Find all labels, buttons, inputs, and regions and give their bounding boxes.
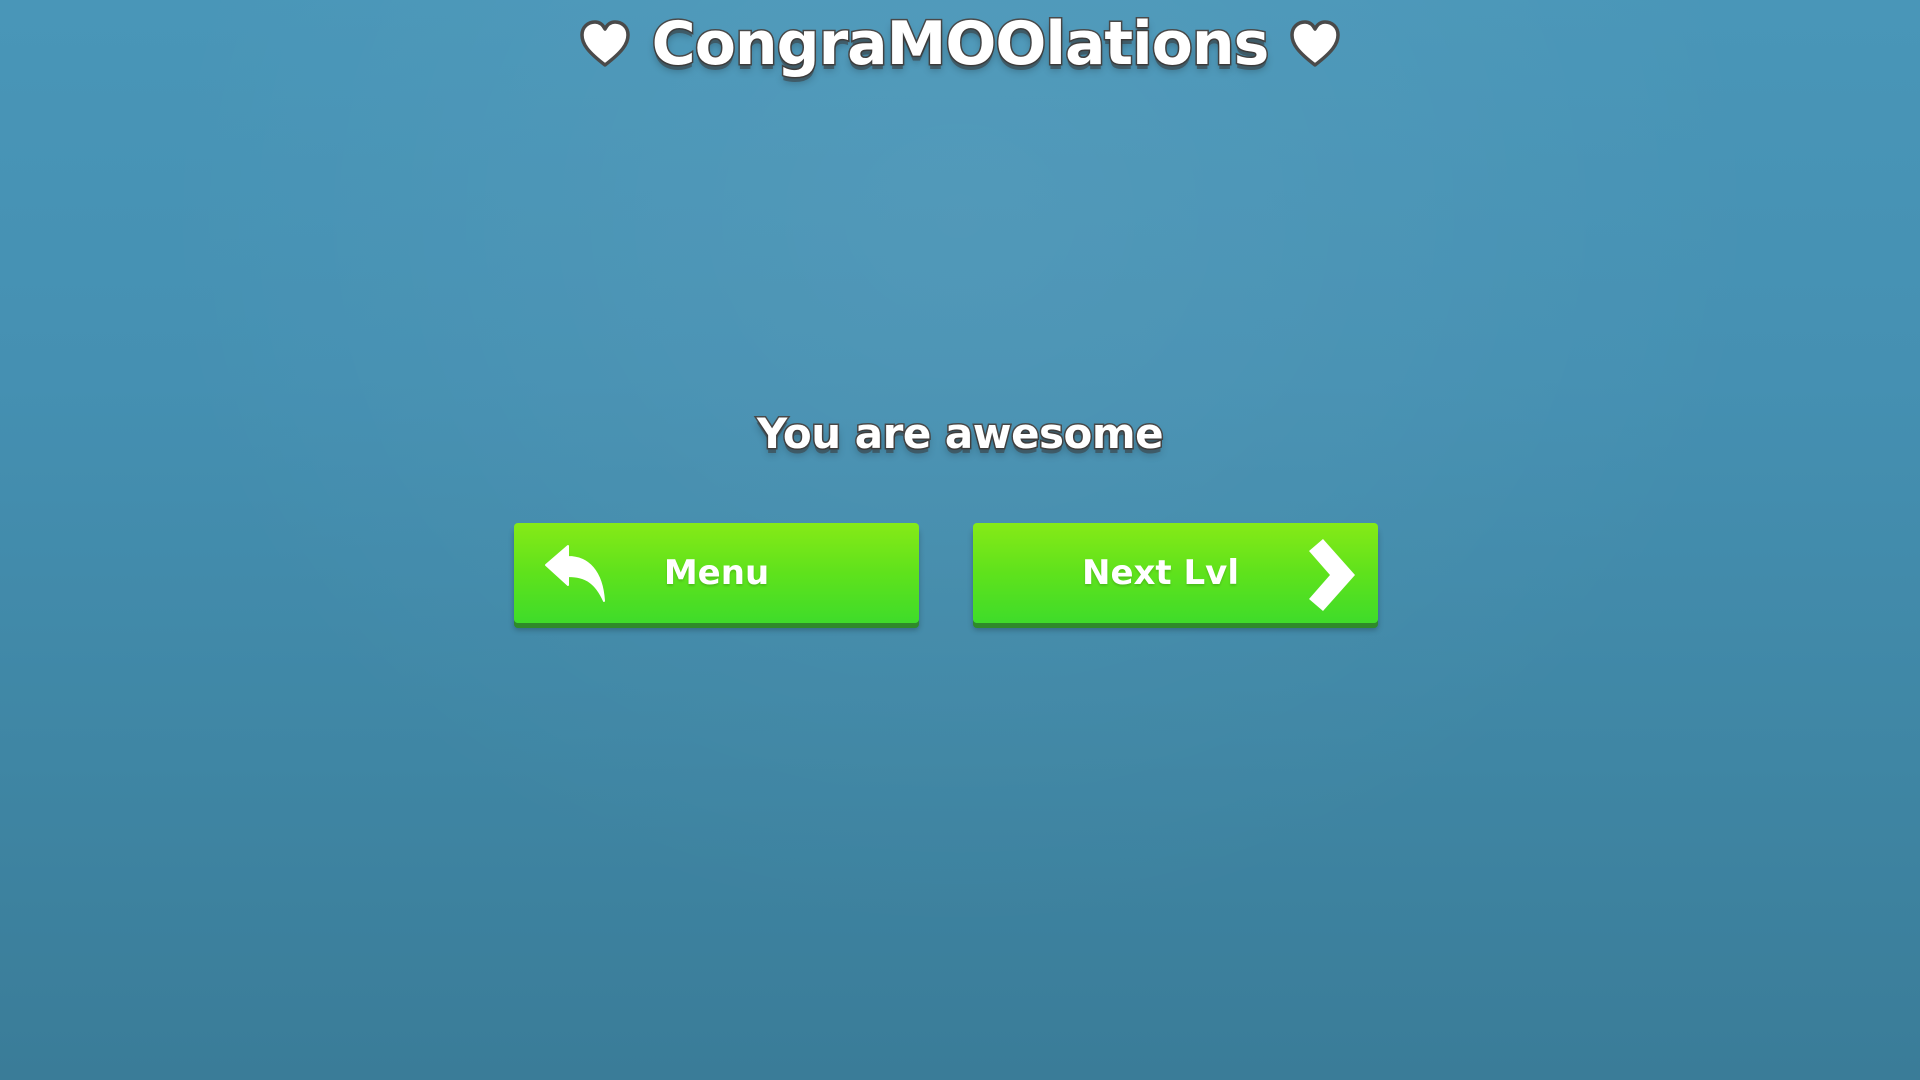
page-title: CongraMOOlations (650, 8, 1271, 81)
menu-button-label: Menu (663, 553, 770, 593)
heart-icon (1290, 20, 1341, 67)
next-level-button[interactable]: Next Lvl (973, 523, 1378, 623)
menu-button[interactable]: Menu (514, 523, 919, 623)
title-banner: CongraMOOlations (0, 6, 1920, 82)
congrats-message: You are awesome (755, 408, 1165, 460)
heart-icon (579, 20, 630, 67)
background (0, 0, 1920, 1080)
chevron-right-icon (1309, 539, 1355, 611)
next-level-button-label: Next Lvl (1081, 553, 1240, 593)
